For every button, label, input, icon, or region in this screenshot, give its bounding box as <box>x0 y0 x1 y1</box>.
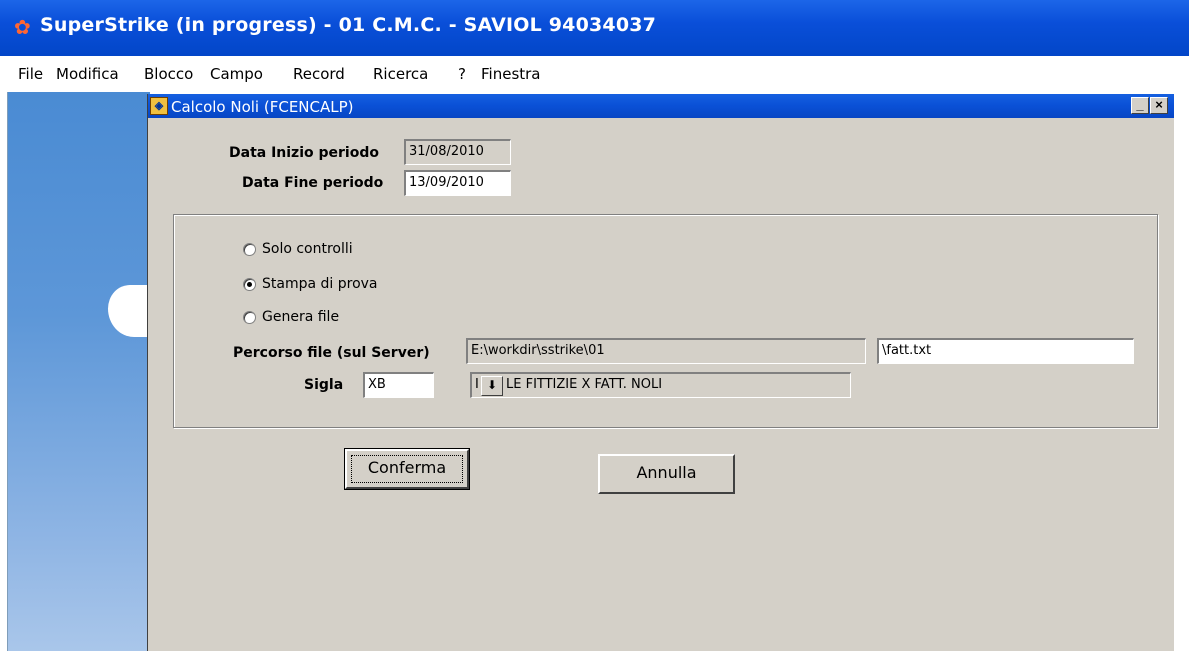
menu-bar: File Modifica Blocco Campo Record Ricerc… <box>0 56 1189 92</box>
menu-file[interactable]: File <box>18 65 43 83</box>
right-strip <box>1173 94 1189 651</box>
data-inizio-label: Data Inizio periodo <box>229 145 379 161</box>
app-title: SuperStrike (in progress) - 01 C.M.C. - … <box>40 14 657 36</box>
menu-blocco[interactable]: Blocco <box>144 65 193 83</box>
minimize-button[interactable]: _ <box>1131 97 1149 114</box>
annulla-button[interactable]: Annulla <box>598 454 735 494</box>
inner-title-bar: ◈ Calcolo Noli (FCENCALP) _ × <box>148 94 1174 118</box>
sigla-description: LE FITTIZIE X FATT. NOLI <box>506 377 663 392</box>
sigla-code-prefix: I <box>475 377 479 392</box>
radio-button[interactable] <box>243 310 256 324</box>
sigla-label: Sigla <box>304 377 344 393</box>
app-title-bar: ✿ SuperStrike (in progress) - 01 C.M.C. … <box>0 0 1189 56</box>
radio-genera-file[interactable]: Genera file <box>243 309 339 325</box>
percorso-label: Percorso file (sul Server) <box>233 345 430 361</box>
radio-label: Genera file <box>262 309 340 325</box>
radio-label: Stampa di prova <box>262 276 378 292</box>
desktop-wallpaper <box>8 92 156 651</box>
percorso-field[interactable]: E:\workdir\sstrike\01 <box>466 338 866 364</box>
sigla-field[interactable]: XB <box>363 372 434 398</box>
conferma-button[interactable]: Conferma <box>344 448 470 490</box>
form-window-icon: ◈ <box>150 97 168 115</box>
sigla-description-field[interactable]: I ⬇ LE FITTIZIE X FATT. NOLI <box>470 372 851 398</box>
radio-solo-controlli[interactable]: Solo controlli <box>243 241 353 257</box>
file-name-field[interactable]: \fatt.txt <box>877 338 1134 364</box>
data-fine-label: Data Fine periodo <box>242 175 384 191</box>
dropdown-arrow-icon[interactable]: ⬇ <box>481 376 503 396</box>
radio-stampa-di-prova[interactable]: Stampa di prova <box>243 276 378 292</box>
menu-ricerca[interactable]: Ricerca <box>373 65 428 83</box>
radio-button[interactable] <box>243 242 256 256</box>
menu-help[interactable]: ? <box>458 65 466 83</box>
annulla-label: Annulla <box>636 463 697 482</box>
menu-finestra[interactable]: Finestra <box>481 65 541 83</box>
inner-window-title: Calcolo Noli (FCENCALP) <box>171 98 354 116</box>
superstrike-app-icon: ✿ <box>14 17 31 39</box>
data-fine-field[interactable]: 13/09/2010 <box>404 170 511 196</box>
conferma-label: Conferma <box>367 458 447 477</box>
radio-button[interactable] <box>243 277 256 291</box>
close-button[interactable]: × <box>1150 97 1168 114</box>
menu-campo[interactable]: Campo <box>210 65 263 83</box>
menu-modifica[interactable]: Modifica <box>56 65 119 83</box>
menu-record[interactable]: Record <box>293 65 345 83</box>
radio-label: Solo controlli <box>262 241 353 257</box>
calcolo-noli-window: ◈ Calcolo Noli (FCENCALP) _ × Data Inizi… <box>147 94 1174 651</box>
data-inizio-field[interactable]: 31/08/2010 <box>404 139 511 165</box>
